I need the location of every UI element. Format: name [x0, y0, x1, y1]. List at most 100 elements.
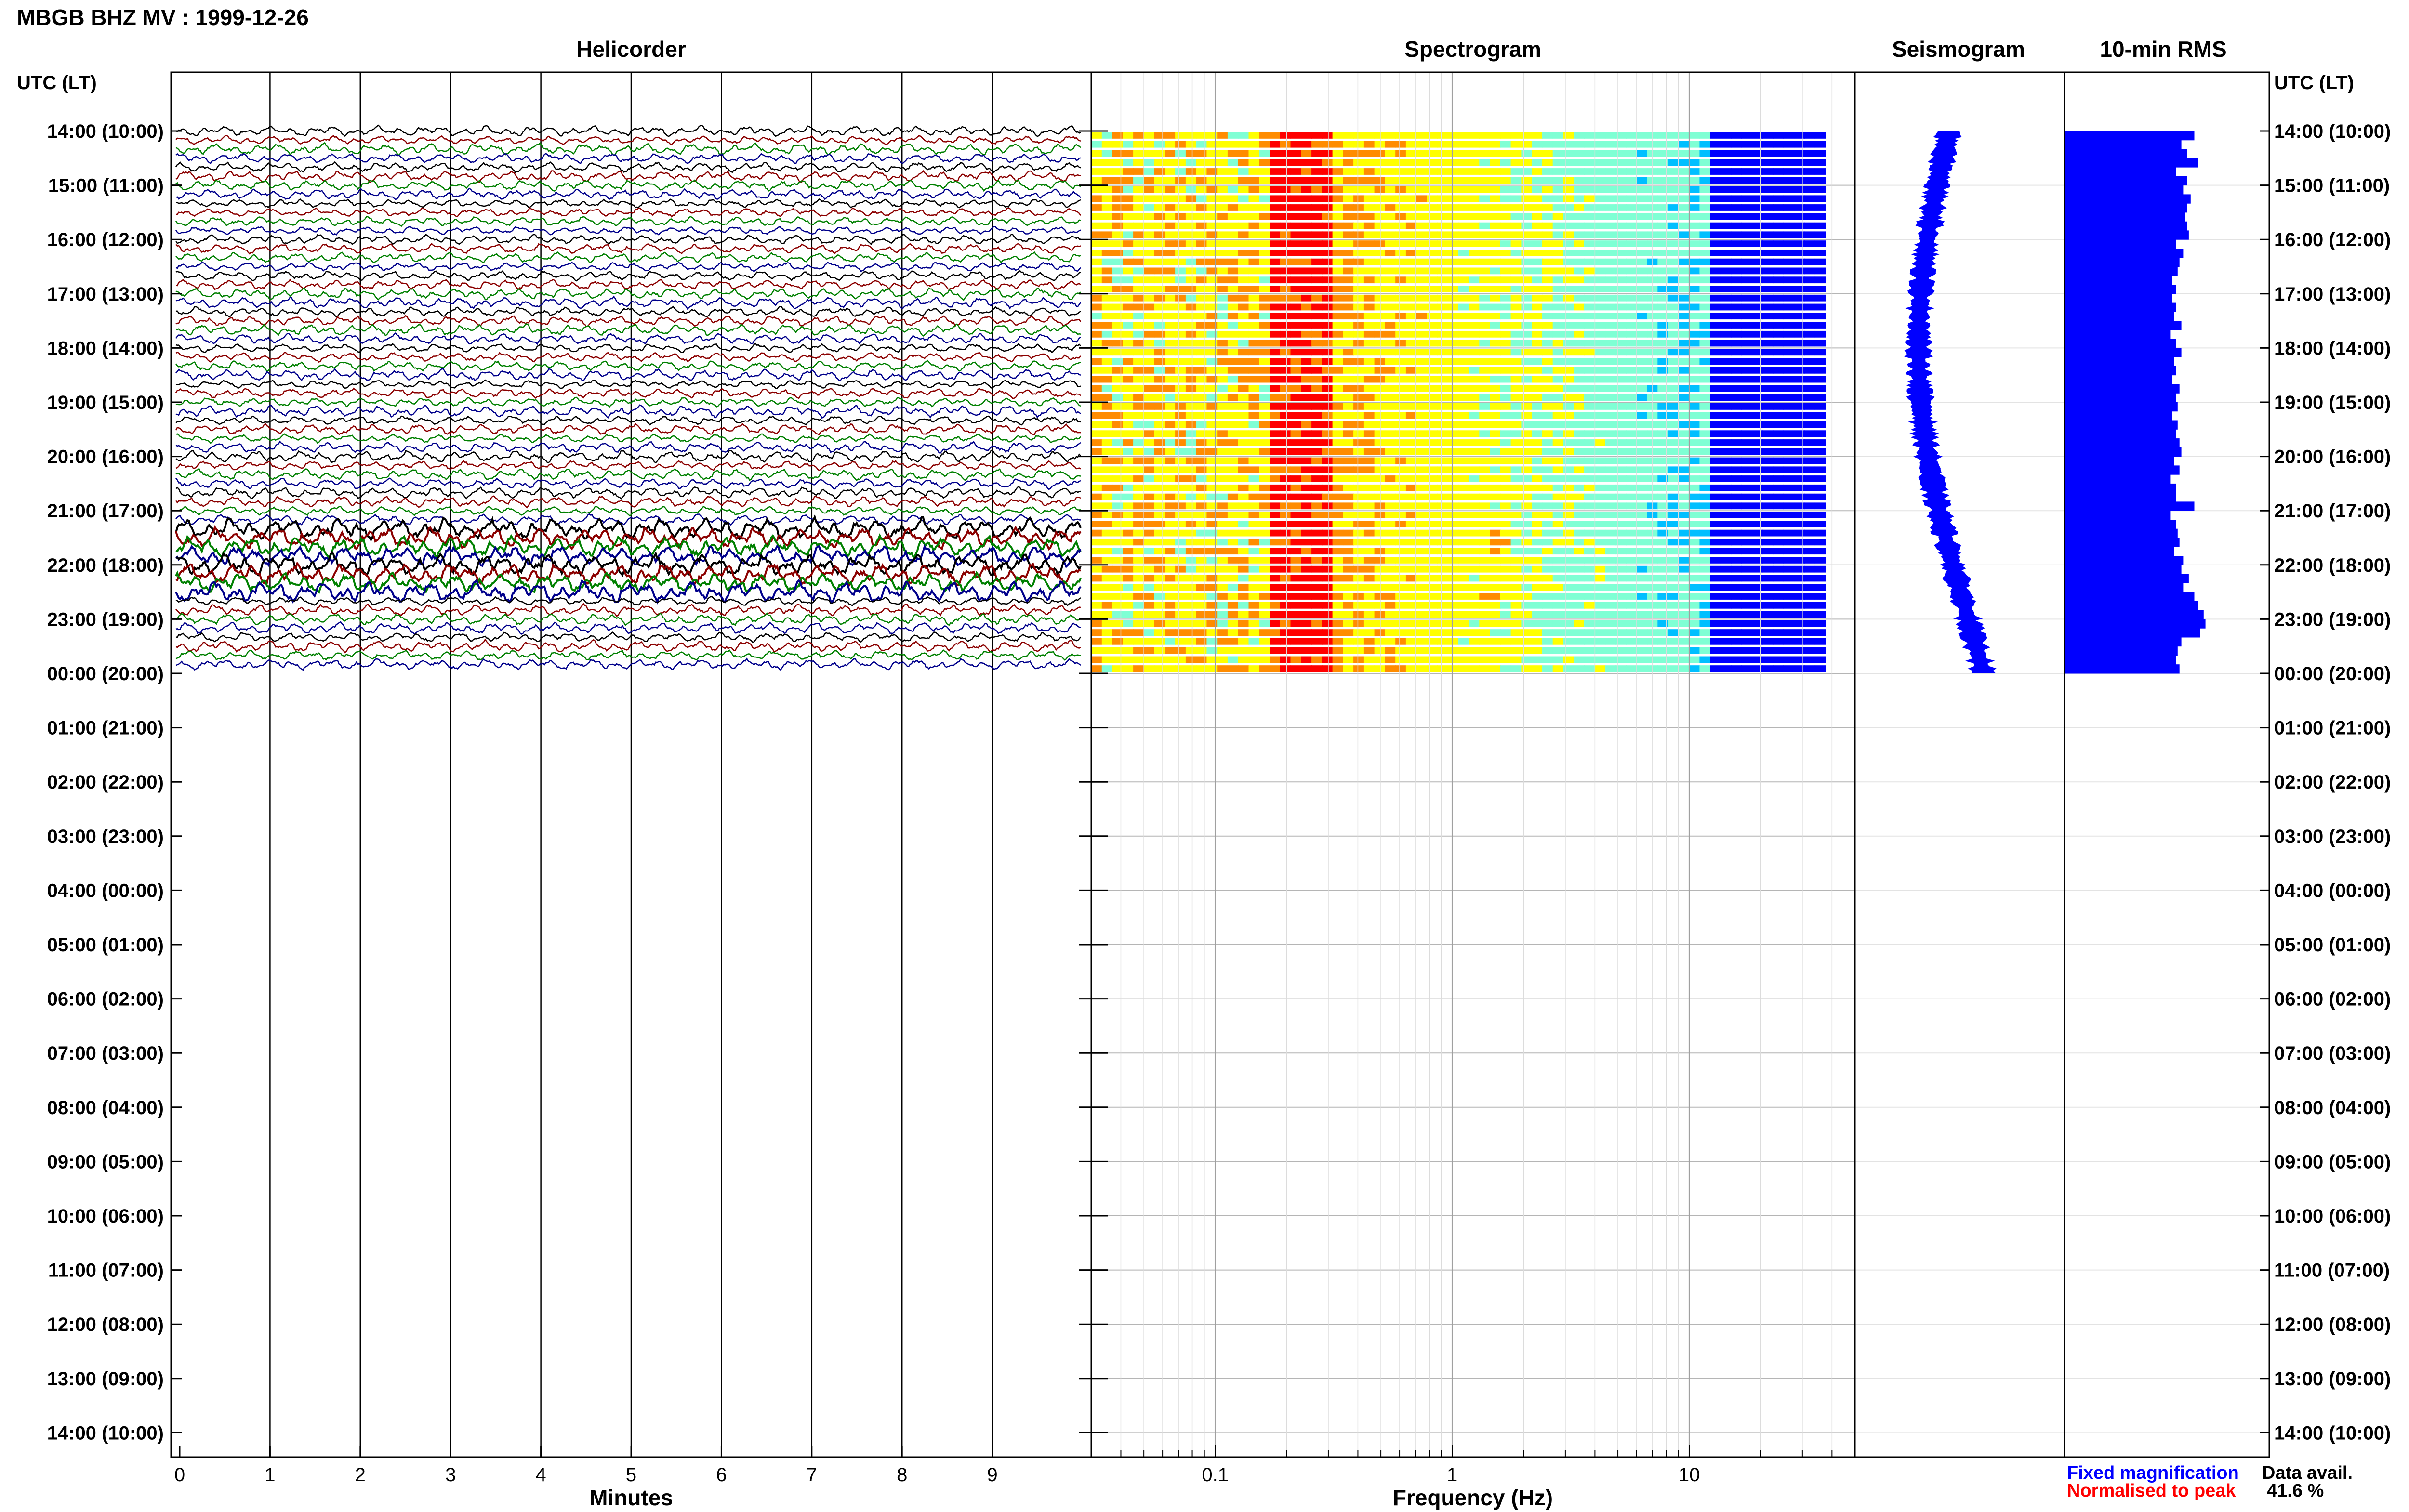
spectrogram-cell — [1574, 620, 1585, 627]
spectrogram-cell — [1154, 303, 1165, 311]
spectrogram-cell — [1405, 186, 1417, 193]
spectrogram-cell — [1185, 475, 1197, 482]
spectrogram-cell — [1322, 313, 1333, 320]
spectrogram-cell — [1814, 349, 1826, 356]
spectrogram-cell — [1185, 376, 1197, 383]
spectrogram-cell — [1238, 313, 1249, 320]
spectrogram-cell — [1584, 430, 1595, 437]
spectrogram-cell — [1490, 186, 1501, 193]
spectrogram-cell — [1752, 313, 1763, 320]
spectrogram-cell — [1458, 195, 1469, 202]
spectrogram-cell — [1710, 512, 1721, 518]
spectrogram-cell — [1322, 168, 1333, 175]
spectrogram-cell — [1405, 276, 1417, 284]
spectrogram-cell — [1301, 493, 1312, 500]
spectrogram-cell — [1783, 177, 1795, 184]
spectrogram-cell — [1143, 521, 1155, 527]
spectrogram-cell — [1605, 475, 1616, 482]
spectrogram-cell — [1311, 276, 1323, 284]
spectrogram-cell — [1185, 267, 1197, 275]
spectrogram-cell — [1448, 240, 1459, 247]
spectrogram-cell — [1227, 439, 1239, 446]
spectrogram-cell — [1783, 294, 1795, 302]
spectrogram-cell — [1238, 584, 1249, 591]
time-label-right: 00:00 (20:00) — [2274, 663, 2391, 684]
spectrogram-cell — [1584, 638, 1595, 645]
spectrogram-cell — [1427, 222, 1438, 229]
spectrogram-cell — [1521, 475, 1532, 482]
spectrogram-cell — [1363, 484, 1375, 491]
spectrogram-cell — [1448, 330, 1459, 338]
spectrogram-cell — [1783, 548, 1795, 555]
spectrogram-cell — [1563, 493, 1574, 500]
spectrogram-cell — [1615, 466, 1627, 473]
spectrogram-cell — [1804, 358, 1815, 365]
spectrogram-cell — [1490, 376, 1501, 383]
spectrogram-cell — [1385, 457, 1396, 464]
spectrogram-cell — [1248, 638, 1260, 645]
spectrogram-cell — [1594, 367, 1606, 374]
spectrogram-cell — [1270, 575, 1281, 582]
spectrogram-cell — [1290, 385, 1302, 392]
spectrogram-cell — [1500, 159, 1511, 166]
spectrogram-cell — [1133, 177, 1144, 184]
spectrogram-cell — [1238, 466, 1249, 473]
spectrogram-cell — [1154, 376, 1165, 383]
spectrogram-cell — [1783, 195, 1795, 202]
spectrogram-cell — [1469, 575, 1480, 582]
spectrogram-cell — [1762, 629, 1774, 636]
spectrogram-cell — [1322, 213, 1333, 220]
spectrogram-cell — [1626, 403, 1637, 410]
spectrogram-cell — [1395, 258, 1406, 265]
spectrogram-cell — [1427, 466, 1438, 473]
spectrogram-cell — [1773, 132, 1784, 139]
spectrogram-cell — [1165, 430, 1176, 437]
spectrogram-cell — [1657, 565, 1668, 573]
spectrogram-cell — [1301, 340, 1312, 347]
spectrogram-cell — [1259, 439, 1270, 446]
spectrogram-cell — [1395, 629, 1406, 636]
spectrogram-cell — [1280, 656, 1291, 663]
spectrogram-cell — [1332, 665, 1344, 672]
spectrogram-cell — [1510, 611, 1522, 618]
spectrogram-cell — [1574, 421, 1585, 428]
spectrogram-cell — [1091, 394, 1102, 401]
spectrogram-cell — [1112, 593, 1124, 600]
spectrogram-cell — [1699, 421, 1710, 428]
spectrogram-cell — [1332, 548, 1344, 555]
spectrogram-cell — [1490, 240, 1501, 247]
spectrogram-cell — [1731, 349, 1742, 356]
spectrogram-cell — [1689, 656, 1700, 663]
rms-bar — [2065, 628, 2200, 638]
spectrogram-cell — [1227, 629, 1239, 636]
spectrogram-cell — [1574, 376, 1585, 383]
spectrogram-cell — [1217, 539, 1228, 546]
spectrogram-cell — [1301, 186, 1312, 193]
spectrogram-cell — [1710, 575, 1721, 582]
spectrogram-cell — [1814, 448, 1826, 455]
spectrogram-cell — [1773, 475, 1784, 482]
spectrogram-cell — [1091, 231, 1102, 238]
spectrogram-cell — [1752, 638, 1763, 645]
spectrogram-cell — [1636, 575, 1648, 582]
spectrogram-cell — [1238, 629, 1249, 636]
spectrogram-cell — [1563, 276, 1574, 284]
spectrogram-cell — [1773, 204, 1784, 211]
spectrogram-cell — [1133, 665, 1144, 672]
spectrogram-cell — [1678, 276, 1690, 284]
spectrogram-cell — [1301, 593, 1312, 600]
spectrogram-cell — [1363, 403, 1375, 410]
spectrogram-cell — [1301, 376, 1312, 383]
spectrogram-cell — [1227, 258, 1239, 265]
spectrogram-cell — [1196, 557, 1207, 564]
spectrogram-cell — [1248, 584, 1260, 591]
spectrogram-cell — [1668, 584, 1679, 591]
spectrogram-cell — [1259, 512, 1270, 518]
spectrogram-cell — [1720, 557, 1732, 564]
spectrogram-cell — [1657, 340, 1668, 347]
spectrogram-cell — [1458, 168, 1469, 175]
spectrogram-cell — [1353, 529, 1364, 537]
spectrogram-cell — [1584, 593, 1595, 600]
spectrogram-cell — [1448, 647, 1459, 654]
spectrogram-cell — [1206, 593, 1218, 600]
